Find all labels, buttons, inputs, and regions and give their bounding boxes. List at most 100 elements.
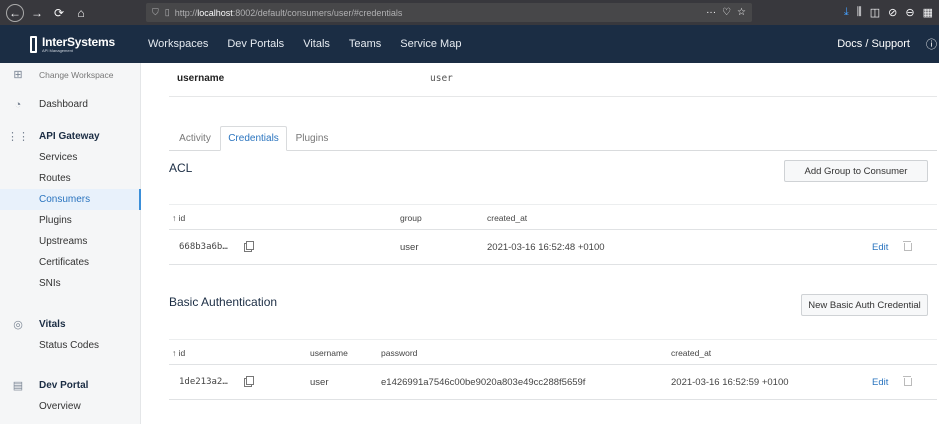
pocket-icon[interactable]: ♡ xyxy=(722,7,731,18)
intersystems-logo[interactable]: InterSystems API Management xyxy=(0,34,141,53)
info-icon[interactable]: ⓘ xyxy=(926,36,937,52)
consumer-tabs: Activity Credentials Plugins xyxy=(169,126,937,151)
cell-id: 1de213a2… xyxy=(179,377,228,387)
shield-icon: ⛉ xyxy=(152,7,159,17)
logo-name: InterSystems xyxy=(42,34,115,49)
logo-mark-icon xyxy=(30,35,37,53)
nav-vitals[interactable]: Vitals xyxy=(303,38,330,50)
sidebar-item-services[interactable]: Services xyxy=(0,147,141,168)
column-header-username[interactable]: username xyxy=(310,348,348,358)
forward-icon[interactable]: → xyxy=(28,4,46,22)
table-row: 668b3a6b… user 2021-03-16 16:52:48 +0100… xyxy=(169,230,937,265)
sidebar-item-label: Certificates xyxy=(39,257,90,268)
sidebar-section-dev-portal[interactable]: ▤ Dev Portal xyxy=(0,375,141,396)
sidebar-section-label: Vitals xyxy=(39,319,66,330)
home-icon[interactable]: ⌂ xyxy=(72,4,90,22)
sidebar-item-upstreams[interactable]: Upstreams xyxy=(0,231,141,252)
url-prefix: http:// xyxy=(174,7,198,18)
more-icon[interactable]: ··· xyxy=(706,7,716,18)
sidebar-toggle-icon[interactable]: ◫ xyxy=(870,6,880,19)
detail-value: user xyxy=(430,73,453,84)
column-header-group[interactable]: group xyxy=(400,213,422,223)
url-bar[interactable]: ⛉ ▯ http://localhost:8002/default/consum… xyxy=(146,3,752,22)
copy-icon[interactable] xyxy=(244,241,254,252)
sidebar-item-label: Overview xyxy=(39,401,81,412)
column-header-id[interactable]: ↑ id xyxy=(172,348,185,358)
docs-support-link[interactable]: Docs / Support xyxy=(837,38,910,50)
nav-workspaces[interactable]: Workspaces xyxy=(148,38,208,50)
account-icon[interactable]: ⊖ xyxy=(905,6,914,19)
sidebar-item-overview[interactable]: Overview xyxy=(0,396,141,417)
grid-icon: ⊞ xyxy=(13,69,23,81)
nav-service-map[interactable]: Service Map xyxy=(400,38,461,50)
cell-password: e1426991a7546c00be9020a803e49cc288f5659f xyxy=(381,377,586,388)
sidebar-item-dashboard[interactable]: ◔ Dashboard xyxy=(0,94,141,115)
sidebar-item-snis[interactable]: SNIs xyxy=(0,273,141,294)
acl-table: ↑ id group created_at 668b3a6b… user 202… xyxy=(169,204,937,265)
column-header-created-at[interactable]: created_at xyxy=(671,348,711,358)
cell-created-at: 2021-03-16 16:52:48 +0100 xyxy=(487,242,605,253)
vitals-icon: ◎ xyxy=(13,319,23,331)
column-header-created-at[interactable]: created_at xyxy=(487,213,527,223)
cell-username: user xyxy=(310,377,329,388)
sidebar-item-label: Dashboard xyxy=(39,99,88,110)
download-icon[interactable]: ⤓ xyxy=(844,6,849,19)
basic-auth-table: ↑ id username password created_at 1de213… xyxy=(169,339,937,400)
tab-credentials[interactable]: Credentials xyxy=(220,126,287,151)
table-header: ↑ id group created_at xyxy=(169,204,937,230)
cell-created-at: 2021-03-16 16:52:59 +0100 xyxy=(671,377,789,388)
url-host: localhost xyxy=(197,7,233,18)
logo-subtitle: API Management xyxy=(42,47,73,53)
basic-auth-title: Basic Authentication xyxy=(169,295,278,309)
sidebar-item-label: Services xyxy=(39,152,78,163)
document-icon: ▤ xyxy=(12,380,24,392)
new-basic-auth-button[interactable]: New Basic Auth Credential xyxy=(801,294,928,316)
edit-link[interactable]: Edit xyxy=(872,377,888,388)
table-row: 1de213a2… user e1426991a7546c00be9020a80… xyxy=(169,365,937,400)
tab-plugins[interactable]: Plugins xyxy=(287,126,337,151)
add-group-button[interactable]: Add Group to Consumer xyxy=(784,160,928,182)
sidebar-item-label: Consumers xyxy=(39,194,91,205)
sidebar-item-plugins[interactable]: Plugins xyxy=(0,210,141,231)
sidebar-item-label: Status Codes xyxy=(39,340,100,351)
cell-id: 668b3a6b… xyxy=(179,242,228,252)
sidebar-item-routes[interactable]: Routes xyxy=(0,168,141,189)
consumer-detail-username: username user xyxy=(169,63,937,97)
sidebar-item-status-codes[interactable]: Status Codes xyxy=(0,335,141,356)
sidebar-item-certificates[interactable]: Certificates xyxy=(0,252,141,273)
main-content: username user Activity Credentials Plugi… xyxy=(141,63,939,424)
sidebar-item-label: Plugins xyxy=(39,215,72,226)
sidebar-section-label: API Gateway xyxy=(39,131,100,142)
sidebar-item-label: Routes xyxy=(39,173,71,184)
sidebar-section-api-gateway[interactable]: ⋮⋮ API Gateway xyxy=(0,126,141,147)
cell-group: user xyxy=(400,242,419,253)
tab-activity[interactable]: Activity xyxy=(169,126,221,151)
sidebar-change-workspace[interactable]: ⊞ Change Workspace xyxy=(0,64,141,85)
gateway-icon: ⋮⋮ xyxy=(7,131,29,143)
sidebar-section-label: Dev Portal xyxy=(39,380,89,391)
column-header-password[interactable]: password xyxy=(381,348,417,358)
back-icon[interactable]: ← xyxy=(6,3,24,22)
top-nav: Workspaces Dev Portals Vitals Teams Serv… xyxy=(148,38,461,50)
bookmark-star-icon[interactable]: ☆ xyxy=(737,7,746,18)
extensions-icon[interactable]: ▦ xyxy=(923,6,933,19)
nav-teams[interactable]: Teams xyxy=(349,38,381,50)
sync-icon[interactable]: ⊘ xyxy=(888,6,897,19)
trash-icon[interactable] xyxy=(903,376,912,386)
url-path: :8002/default/consumers/user/#credential… xyxy=(232,7,403,18)
gauge-icon: ◔ xyxy=(14,98,22,111)
edit-link[interactable]: Edit xyxy=(872,242,888,253)
reload-icon[interactable]: ⟳ xyxy=(50,4,68,22)
sidebar-item-consumers[interactable]: Consumers xyxy=(0,189,141,210)
acl-title: ACL xyxy=(169,161,193,175)
nav-dev-portals[interactable]: Dev Portals xyxy=(227,38,284,50)
trash-icon[interactable] xyxy=(903,241,912,251)
column-header-id[interactable]: ↑ id xyxy=(172,213,185,223)
app-header: InterSystems API Management Workspaces D… xyxy=(0,25,939,63)
sidebar-section-vitals[interactable]: ◎ Vitals xyxy=(0,314,141,335)
browser-toolbar-right: ⤓ ⫼ ◫ ⊘ ⊖ ▦ xyxy=(844,3,933,22)
sidebar-item-label: SNIs xyxy=(39,278,61,289)
page-info-icon[interactable]: ▯ xyxy=(165,7,170,18)
copy-icon[interactable] xyxy=(244,376,254,387)
library-icon[interactable]: ⫼ xyxy=(857,6,862,19)
